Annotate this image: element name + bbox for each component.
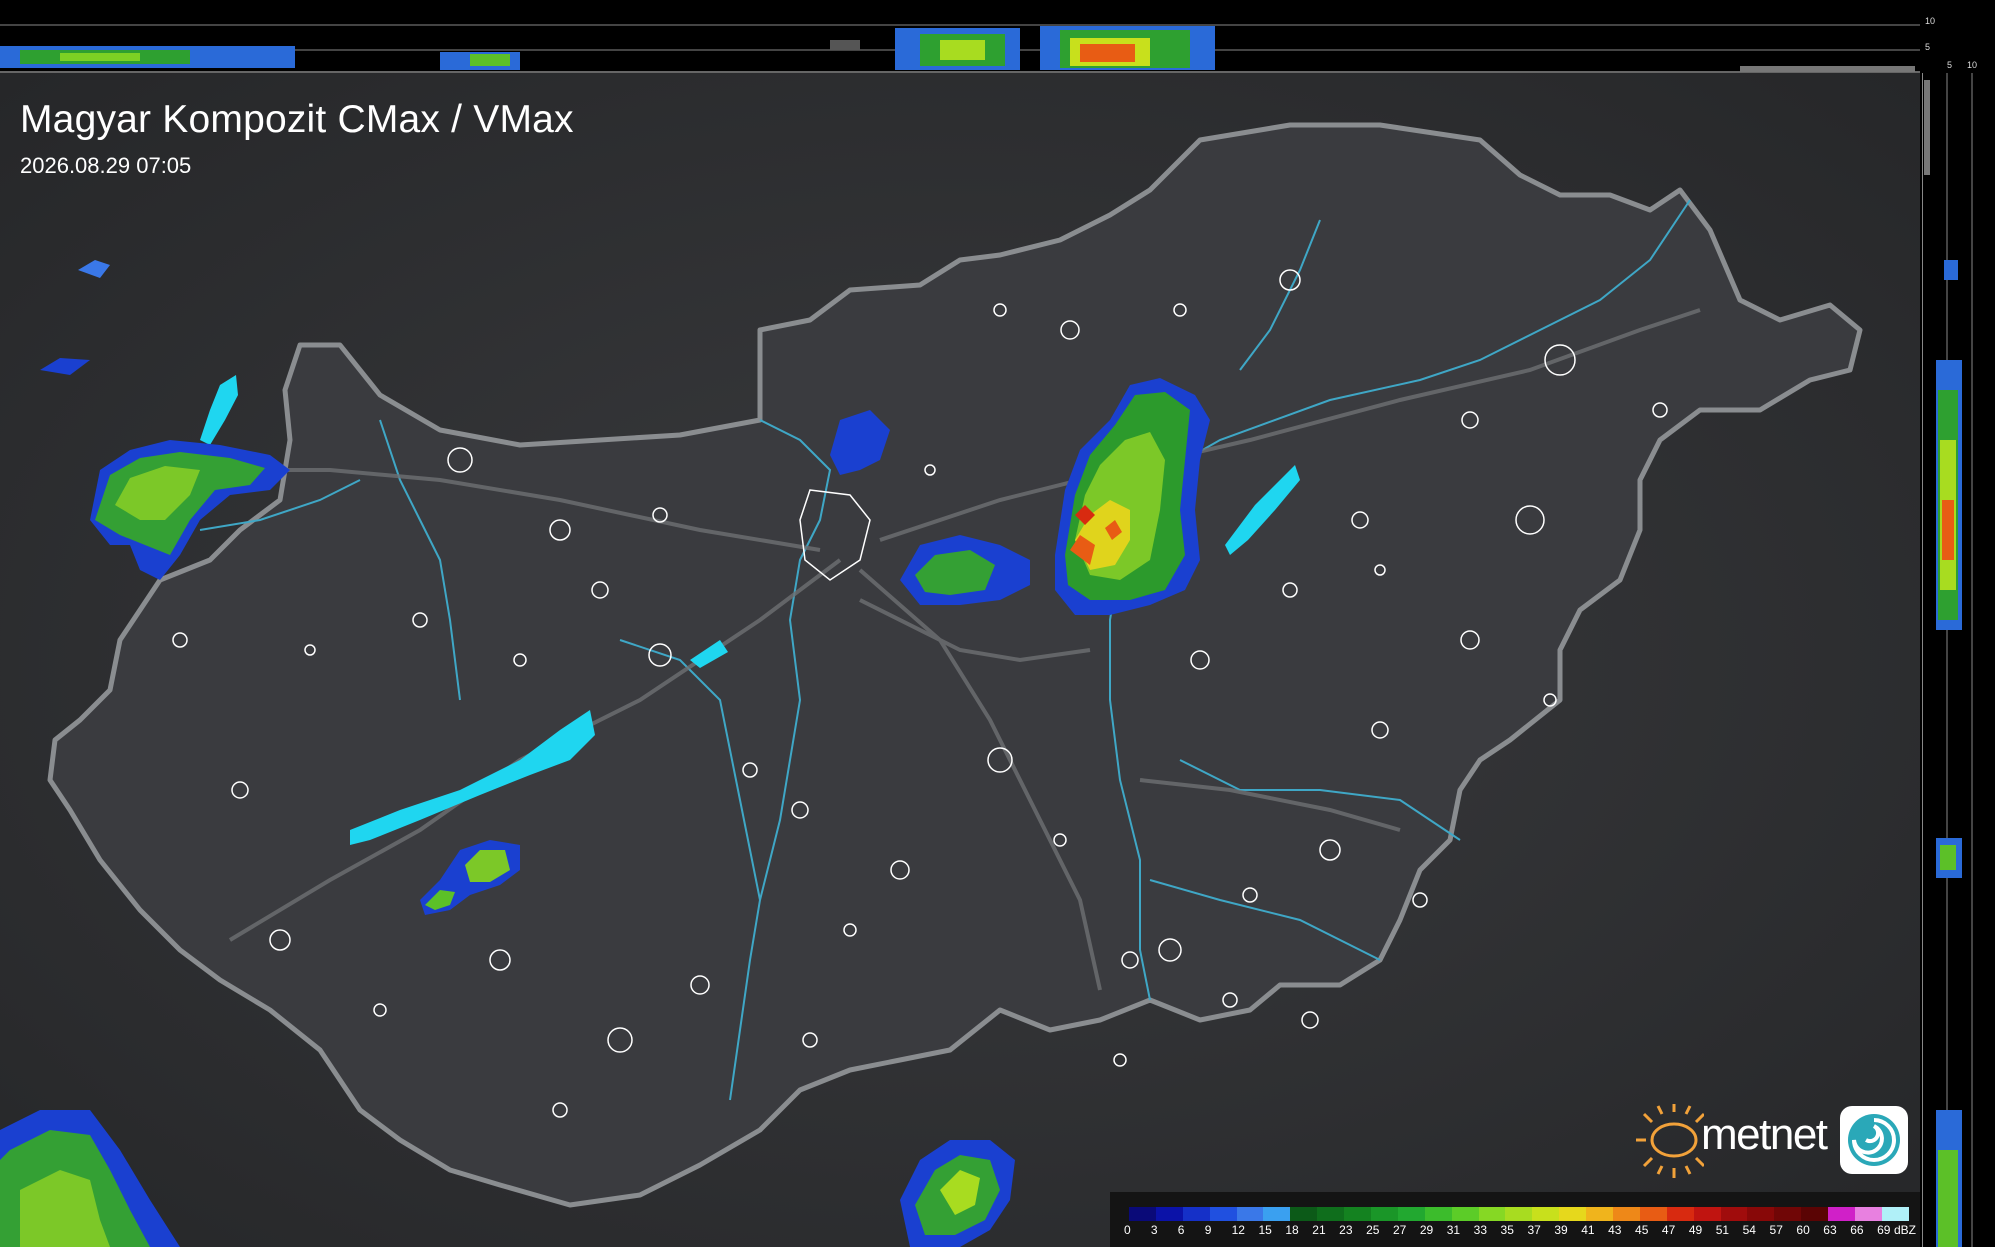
legend-swatch [1720,1207,1748,1221]
top-scale-label-5: 5 [1925,42,1931,52]
legend-level-label: 41 [1581,1223,1595,1237]
legend-level-label: 29 [1419,1223,1434,1237]
vmax-top-echoes [0,24,1920,73]
legend-swatch [1129,1207,1156,1221]
legend-swatch [1397,1207,1425,1221]
legend-level-label: 63 [1823,1223,1837,1237]
legend-swatch [1209,1207,1237,1221]
legend-swatch [1451,1207,1479,1221]
vmax-corner: 10 5 5 10 [1920,0,1995,73]
legend-swatch [1828,1207,1856,1221]
legend-swatch [1344,1207,1372,1221]
legend-swatch [1639,1207,1667,1221]
legend-swatch [1290,1207,1318,1221]
legend-swatch [1236,1207,1264,1221]
legend-level-label: 39 [1554,1223,1568,1237]
legend-swatch [1774,1207,1802,1221]
legend-level-label: 51 [1715,1223,1730,1237]
legend-swatch [1666,1207,1694,1221]
vmax-side-strip [1921,0,1995,1247]
metnet-swirl-icon [1840,1106,1908,1174]
metnet-logo[interactable]: metnet [1634,1102,1910,1182]
radar-viewer: 10 10 5 5 10 [0,0,1995,1247]
legend-level-label: 9 [1204,1223,1212,1237]
legend-level-label: 33 [1473,1223,1487,1237]
legend-level-label: 3 [1150,1223,1158,1237]
legend-swatch [1747,1207,1775,1221]
legend-level-label: 43 [1608,1223,1622,1237]
legend-swatch [1693,1207,1721,1221]
top-scale-label-10: 10 [1925,16,1936,26]
legend-swatch [1559,1207,1587,1221]
map-timestamp: 2026.08.29 07:05 [20,153,192,178]
legend-level-label: 21 [1312,1223,1326,1237]
legend-swatch [1586,1207,1614,1221]
side-scale-label-5: 5 [1947,60,1953,70]
legend-level-label: 18 [1285,1223,1299,1237]
legend-level-label: 31 [1446,1223,1461,1237]
legend-swatch [1317,1207,1345,1221]
legend-level-label: 15 [1258,1223,1272,1237]
map-title: Magyar Kompozit CMax / VMax [20,98,574,141]
legend-swatch [1478,1207,1506,1221]
dbz-legend: 0 3 6 9 12 15 18 21 23 25 27 29 31 33 35 37 39 41 43 45 47 49… [1110,1192,1920,1247]
legend-level-label: 45 [1635,1223,1649,1237]
legend-color-bar [1129,1207,1909,1221]
map-canvas [0,73,1920,1247]
sun-logo-icon [1636,1104,1704,1178]
side-scale-label-10: 10 [1967,60,1978,70]
radar-map[interactable] [0,73,1920,1247]
legend-level-label: 37 [1527,1223,1541,1237]
legend-swatch [1881,1207,1909,1221]
logo-wordmark: metnet [1701,1110,1828,1159]
vmax-top-strip: 10 [0,0,1935,73]
legend-level-label: 57 [1769,1223,1783,1237]
legend-level-label: 60 [1796,1223,1810,1237]
legend-swatch [1613,1207,1640,1221]
legend-level-label: 25 [1366,1223,1380,1237]
legend-swatch [1855,1207,1882,1221]
legend-swatch [1182,1207,1210,1221]
legend-level-label: 47 [1661,1223,1676,1237]
legend-level-label: 35 [1500,1223,1514,1237]
legend-swatch [1371,1207,1398,1221]
legend-swatch [1263,1207,1291,1221]
legend-level-label: 54 [1742,1223,1756,1237]
legend-swatch [1155,1207,1183,1221]
legend-level-label: 23 [1339,1223,1353,1237]
legend-level-label: 0 [1124,1223,1131,1237]
legend-level-label: 6 [1177,1223,1185,1237]
legend-swatch [1505,1207,1533,1221]
legend-unit-label: dBZ [1894,1223,1917,1237]
legend-level-label: 69 [1877,1223,1891,1237]
legend-level-label: 12 [1231,1223,1245,1237]
legend-swatch [1424,1207,1452,1221]
legend-level-label: 66 [1850,1223,1864,1237]
legend-swatch [1801,1207,1829,1221]
legend-labels: 0 3 6 9 12 15 18 21 23 25 27 29 31 33 35 37 39 41 43 45 47 49… [1120,1223,1920,1239]
legend-level-label: 49 [1688,1223,1703,1237]
legend-swatch [1532,1207,1560,1221]
vmax-side-echoes [1921,0,1973,1247]
legend-level-label: 27 [1392,1223,1407,1237]
